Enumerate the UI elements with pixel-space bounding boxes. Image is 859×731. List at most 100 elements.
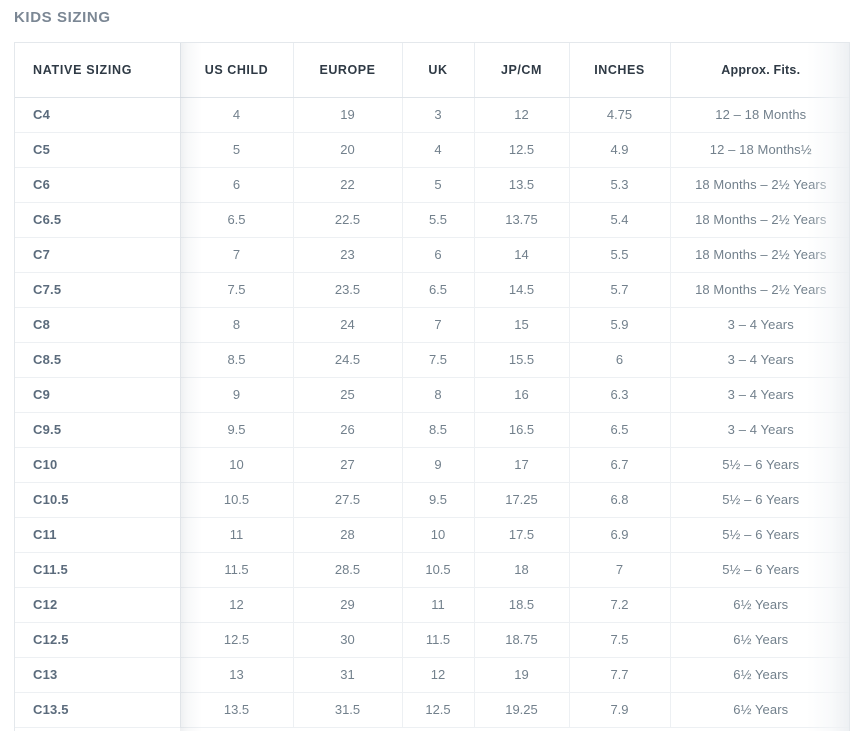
- cell-europe: 23.5: [293, 272, 403, 308]
- cell-uk: 5: [402, 167, 475, 203]
- cell-uschild: 10: [180, 447, 294, 483]
- cell-uschild: 6: [180, 167, 294, 203]
- cell-jpcm: 18.5: [474, 587, 570, 623]
- column-header-europe: EUROPE: [293, 43, 403, 98]
- cell-europe: 27.5: [293, 482, 403, 518]
- cell-fits: 3 – 4 Years: [670, 307, 849, 343]
- cell-jpcm: 14: [474, 237, 570, 273]
- cell-native: C9: [15, 377, 181, 413]
- cell-inches: 7.2: [569, 587, 671, 623]
- cell-europe: 22.5: [293, 202, 403, 238]
- cell-fits: 6½ Years: [670, 622, 849, 658]
- cell-fits: 6½ Years: [670, 657, 849, 693]
- cell-inches: 7.5: [569, 622, 671, 658]
- table-row: C7.5 7.5 23.5 6.5 14.5 5.7 18 Months – 2½ Year…: [15, 272, 849, 308]
- column-header-native-sizing: NATIVE SIZING: [15, 43, 181, 98]
- cell-inches: 6: [569, 342, 671, 378]
- cell-uk: 3: [402, 97, 475, 133]
- cell-native: C5: [15, 132, 181, 168]
- cell-europe: 24.5: [293, 342, 403, 378]
- cell-uschild: 7: [180, 237, 294, 273]
- cell-europe: 19: [293, 97, 403, 133]
- table-body: C4 4 19 3 12 4.75 12 – 18 Months C5 5 20 4 12.5 4.9 1…: [15, 97, 849, 728]
- cell-inches: 6.5: [569, 412, 671, 448]
- table-row: C13 13 31 12 19 7.7 6½ Years: [15, 657, 849, 693]
- cell-native: C9.5: [15, 412, 181, 448]
- cell-uk: 4: [402, 132, 475, 168]
- cell-uschild: 8: [180, 307, 294, 343]
- cell-europe: 31: [293, 657, 403, 693]
- cell-inches: 7.9: [569, 692, 671, 728]
- table-row: C8.5 8.5 24.5 7.5 15.5 6 3 – 4 Years: [15, 342, 849, 378]
- cell-native: C13: [15, 657, 181, 693]
- cell-uschild: 11: [180, 517, 294, 553]
- column-header-jp-cm: JP/CM: [474, 43, 570, 98]
- cell-fits: 12 – 18 Months½: [670, 132, 849, 168]
- cell-inches: 5.5: [569, 237, 671, 273]
- cell-jpcm: 14.5: [474, 272, 570, 308]
- table-row: C12.5 12.5 30 11.5 18.75 7.5 6½ Years: [15, 622, 849, 658]
- cell-inches: 6.9: [569, 517, 671, 553]
- cell-native: C6.5: [15, 202, 181, 238]
- cell-native: C12: [15, 587, 181, 623]
- cell-uschild: 7.5: [180, 272, 294, 308]
- cell-inches: 7.7: [569, 657, 671, 693]
- cell-uschild: 13.5: [180, 692, 294, 728]
- cell-inches: 5.3: [569, 167, 671, 203]
- cell-jpcm: 15.5: [474, 342, 570, 378]
- cell-jpcm: 12.5: [474, 132, 570, 168]
- cell-fits: 18 Months – 2½ Years: [670, 237, 849, 273]
- cell-jpcm: 16.5: [474, 412, 570, 448]
- table-row: C8 8 24 7 15 5.9 3 – 4 Years: [15, 307, 849, 343]
- kids-sizing-table: NATIVE SIZING US CHILD EUROPE UK JP/CM I…: [15, 43, 849, 728]
- cell-fits: 3 – 4 Years: [670, 377, 849, 413]
- cell-jpcm: 18.75: [474, 622, 570, 658]
- table-row: C10 10 27 9 17 6.7 5½ – 6 Years: [15, 447, 849, 483]
- cell-native: C7.5: [15, 272, 181, 308]
- cell-jpcm: 13.5: [474, 167, 570, 203]
- cell-uk: 12: [402, 657, 475, 693]
- cell-uschild: 10.5: [180, 482, 294, 518]
- cell-uk: 6: [402, 237, 475, 273]
- table-row: C13.5 13.5 31.5 12.5 19.25 7.9 6½ Years: [15, 692, 849, 728]
- cell-uschild: 4: [180, 97, 294, 133]
- cell-inches: 5.4: [569, 202, 671, 238]
- cell-europe: 20: [293, 132, 403, 168]
- cell-uk: 10: [402, 517, 475, 553]
- cell-uk: 9.5: [402, 482, 475, 518]
- column-header-uk: UK: [402, 43, 475, 98]
- cell-inches: 7: [569, 552, 671, 588]
- cell-uschild: 12: [180, 587, 294, 623]
- cell-fits: 18 Months – 2½ Years: [670, 167, 849, 203]
- cell-native: C10.5: [15, 482, 181, 518]
- cell-europe: 30: [293, 622, 403, 658]
- cell-uschild: 12.5: [180, 622, 294, 658]
- cell-europe: 25: [293, 377, 403, 413]
- cell-fits: 6½ Years: [670, 692, 849, 728]
- cell-uk: 11.5: [402, 622, 475, 658]
- cell-europe: 28: [293, 517, 403, 553]
- table-row: C11.5 11.5 28.5 10.5 18 7 5½ – 6 Years: [15, 552, 849, 588]
- table-row: C9 9 25 8 16 6.3 3 – 4 Years: [15, 377, 849, 413]
- cell-uschild: 8.5: [180, 342, 294, 378]
- cell-native: C8.5: [15, 342, 181, 378]
- cell-inches: 6.3: [569, 377, 671, 413]
- cell-jpcm: 18: [474, 552, 570, 588]
- table-row: C11 11 28 10 17.5 6.9 5½ – 6 Years: [15, 517, 849, 553]
- cell-uk: 9: [402, 447, 475, 483]
- table-row: C6.5 6.5 22.5 5.5 13.75 5.4 18 Months – 2½ Yea…: [15, 202, 849, 238]
- cell-fits: 12 – 18 Months: [670, 97, 849, 133]
- cell-native: C6: [15, 167, 181, 203]
- cell-inches: 5.9: [569, 307, 671, 343]
- cell-europe: 27: [293, 447, 403, 483]
- cell-uschild: 11.5: [180, 552, 294, 588]
- cell-native: C8: [15, 307, 181, 343]
- column-header-inches: INCHES: [569, 43, 671, 98]
- kids-sizing-page: KIDS SIZING NATIVE SIZING US CHILD EUROP…: [0, 0, 859, 731]
- cell-uk: 8: [402, 377, 475, 413]
- cell-uk: 7: [402, 307, 475, 343]
- table-row: C9.5 9.5 26 8.5 16.5 6.5 3 – 4 Years: [15, 412, 849, 448]
- cell-fits: 6½ Years: [670, 587, 849, 623]
- cell-inches: 6.8: [569, 482, 671, 518]
- table-row: C10.5 10.5 27.5 9.5 17.25 6.8 5½ – 6 Years: [15, 482, 849, 518]
